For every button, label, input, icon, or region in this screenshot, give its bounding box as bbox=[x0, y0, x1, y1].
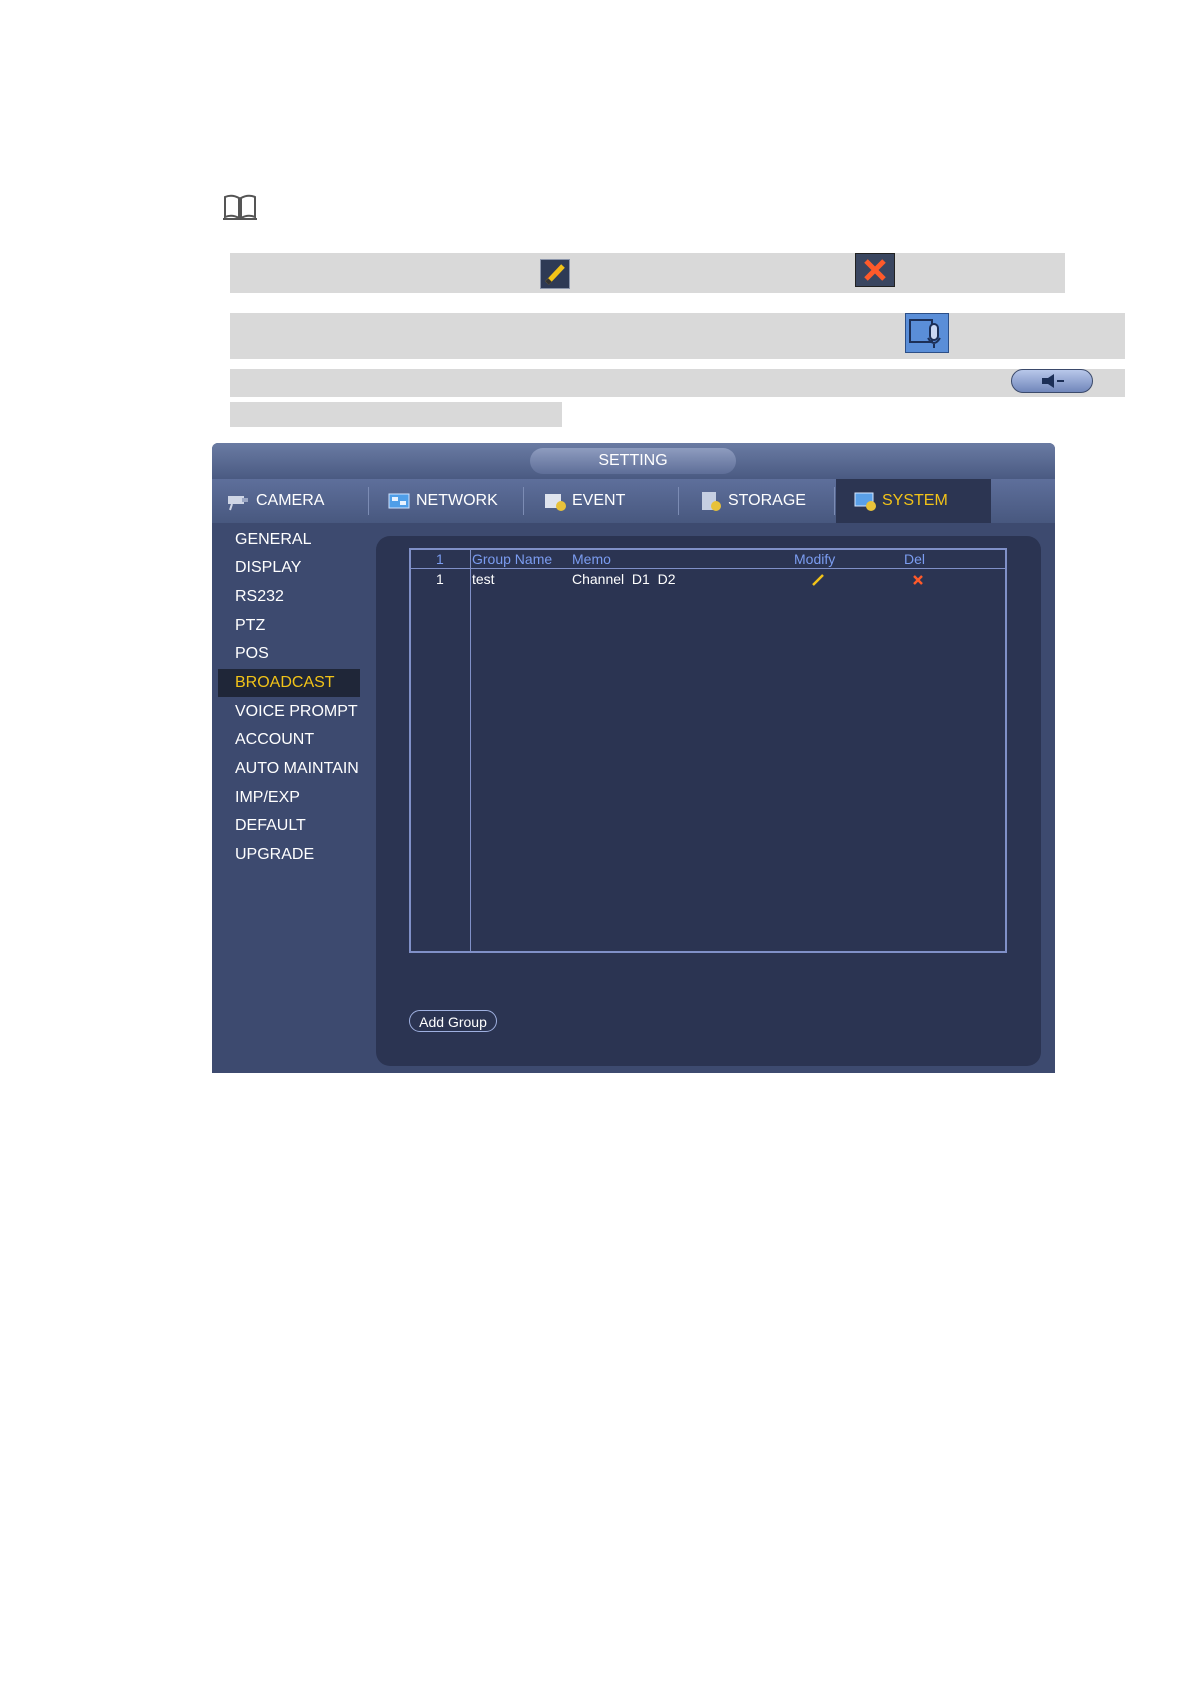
sidebar-item-broadcast[interactable]: BROADCAST bbox=[218, 669, 360, 697]
column-header-number: 1 bbox=[436, 551, 444, 567]
camera-icon bbox=[228, 496, 248, 511]
modify-pencil-icon[interactable] bbox=[810, 572, 826, 588]
column-header-memo: Memo bbox=[572, 551, 611, 567]
sidebar-item-general[interactable]: GENERAL bbox=[218, 526, 360, 554]
sidebar-item-upgrade[interactable]: UPGRADE bbox=[218, 841, 360, 869]
tab-label: EVENT bbox=[572, 492, 626, 509]
sidebar-item-display[interactable]: DISPLAY bbox=[218, 554, 360, 582]
tab-label: NETWORK bbox=[416, 492, 498, 509]
sidebar-item-default[interactable]: DEFAULT bbox=[218, 812, 360, 840]
tab-event[interactable]: EVENT bbox=[542, 479, 672, 523]
monitor-mic-icon bbox=[905, 313, 949, 353]
tab-label: CAMERA bbox=[256, 492, 325, 509]
tab-camera[interactable]: CAMERA bbox=[226, 479, 366, 523]
tab-label: STORAGE bbox=[728, 492, 806, 509]
note-book-icon bbox=[223, 194, 257, 220]
sidebar-item-rs232[interactable]: RS232 bbox=[218, 583, 360, 611]
tab-divider bbox=[368, 487, 369, 515]
network-icon bbox=[388, 493, 410, 509]
tab-divider bbox=[834, 487, 835, 515]
storage-icon bbox=[702, 492, 721, 511]
redacted-text-line bbox=[230, 253, 1065, 293]
tab-label: SYSTEM bbox=[882, 492, 948, 509]
redacted-text-line bbox=[230, 369, 1125, 397]
tab-divider bbox=[523, 487, 524, 515]
row-group-name: test bbox=[472, 571, 495, 587]
sidebar-item-auto-maintain[interactable]: AUTO MAINTAIN bbox=[218, 755, 360, 783]
row-number: 1 bbox=[436, 571, 444, 587]
tab-system[interactable]: SYSTEM bbox=[836, 479, 991, 523]
row-memo: Channel D1 D2 bbox=[572, 571, 676, 587]
title-bar: SETTING bbox=[212, 443, 1055, 479]
speaker-icon bbox=[1011, 369, 1093, 393]
column-header-group-name: Group Name bbox=[472, 551, 553, 567]
sidebar-item-voice-prompt[interactable]: VOICE PROMPT bbox=[218, 698, 360, 726]
broadcast-panel: 1 Group Name Memo Modify Del 1 test Chan… bbox=[376, 536, 1041, 1066]
delete-x-icon bbox=[855, 253, 895, 287]
system-icon bbox=[854, 492, 876, 511]
sidebar-item-pos[interactable]: POS bbox=[218, 640, 360, 668]
column-header-modify: Modify bbox=[794, 551, 836, 567]
sidebar-item-account[interactable]: ACCOUNT bbox=[218, 726, 360, 754]
add-group-button[interactable]: Add Group bbox=[409, 1010, 497, 1032]
delete-x-icon[interactable] bbox=[911, 573, 925, 587]
table-divider bbox=[411, 568, 1005, 569]
modify-pencil-icon bbox=[540, 259, 570, 289]
table-divider bbox=[470, 550, 471, 951]
tab-storage[interactable]: STORAGE bbox=[698, 479, 832, 523]
sidebar-item-imp-exp[interactable]: IMP/EXP bbox=[218, 784, 360, 812]
sidebar-item-ptz[interactable]: PTZ bbox=[218, 612, 360, 640]
column-header-del: Del bbox=[904, 551, 926, 567]
group-table: 1 Group Name Memo Modify Del 1 test Chan… bbox=[409, 548, 1007, 953]
tab-network[interactable]: NETWORK bbox=[386, 479, 521, 523]
setting-window: SETTING CAMERA NETWORK EVENT STORAGE SYS… bbox=[212, 443, 1055, 1073]
window-title: SETTING bbox=[530, 448, 736, 474]
event-icon bbox=[545, 494, 566, 511]
tab-divider bbox=[678, 487, 679, 515]
redacted-text-line bbox=[230, 313, 1125, 359]
redacted-text-line bbox=[230, 402, 562, 427]
main-tabs: CAMERA NETWORK EVENT STORAGE SYSTEM bbox=[212, 479, 1055, 523]
